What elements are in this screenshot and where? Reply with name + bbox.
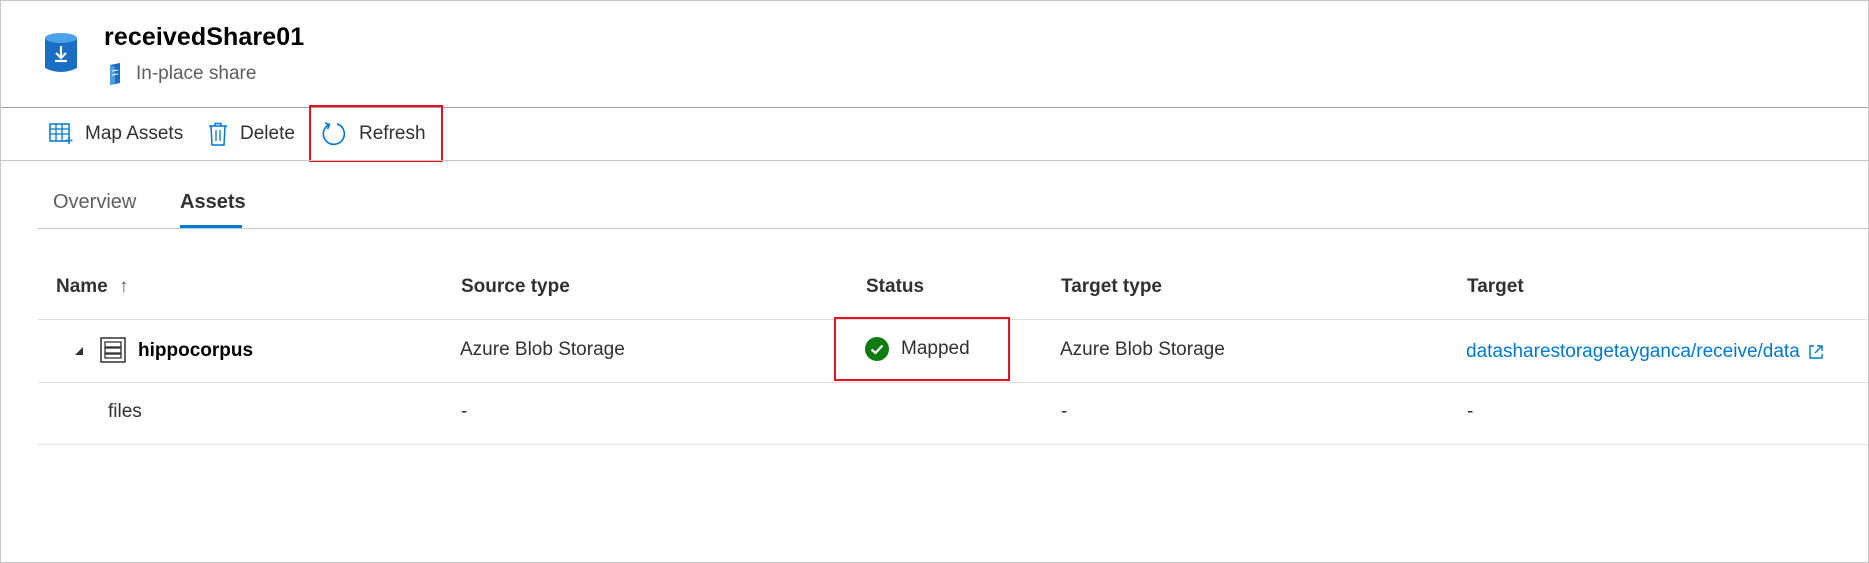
- container-icon: [100, 337, 126, 363]
- delete-label: Delete: [240, 123, 295, 144]
- target-link-text[interactable]: datasharestoragetayganca/receive/data: [1466, 341, 1800, 363]
- refresh-icon: [322, 122, 346, 146]
- page-subtitle: In-place share: [106, 63, 256, 85]
- sort-ascending-icon: ↑: [119, 276, 129, 297]
- command-bar: Map Assets Delete Refresh: [1, 108, 1868, 160]
- status-cell: Mapped: [865, 337, 970, 361]
- refresh-label: Refresh: [359, 123, 426, 144]
- delete-button[interactable]: Delete: [208, 108, 295, 160]
- header-row-divider: [38, 319, 1868, 320]
- tabs-divider: [38, 228, 1868, 229]
- toolbar-divider: [1, 160, 1868, 161]
- table-add-icon: [49, 123, 73, 144]
- target-type-cell: Azure Blob Storage: [1060, 339, 1225, 360]
- asset-name: files: [108, 401, 142, 422]
- target-link[interactable]: datasharestoragetayganca/receive/data: [1466, 341, 1824, 363]
- page-title: receivedShare01: [104, 23, 305, 51]
- status-label: Mapped: [901, 338, 970, 359]
- target-type-cell: -: [1061, 401, 1068, 422]
- tab-overview[interactable]: Overview: [53, 191, 136, 214]
- in-place-share-icon: [110, 63, 120, 85]
- row-divider: [38, 444, 1868, 445]
- trash-icon: [209, 122, 227, 146]
- column-name-label: Name: [56, 276, 108, 297]
- refresh-button[interactable]: Refresh: [321, 108, 426, 160]
- tab-assets[interactable]: Assets: [180, 191, 246, 214]
- column-header-status[interactable]: Status: [866, 276, 924, 298]
- map-assets-label: Map Assets: [85, 123, 184, 144]
- column-header-source-type[interactable]: Source type: [461, 276, 570, 298]
- subtitle-text: In-place share: [136, 63, 257, 84]
- column-header-target[interactable]: Target: [1467, 276, 1524, 298]
- asset-name: hippocorpus: [138, 340, 254, 361]
- external-link-icon[interactable]: [1808, 344, 1824, 360]
- expand-collapse-icon[interactable]: [74, 346, 84, 356]
- column-header-target-type[interactable]: Target type: [1061, 276, 1162, 298]
- column-header-name[interactable]: Name ↑: [56, 276, 129, 298]
- source-type-cell: Azure Blob Storage: [460, 339, 625, 360]
- share-storage-icon: [45, 33, 77, 72]
- source-type-cell: -: [461, 401, 468, 422]
- row-divider: [38, 382, 1868, 383]
- target-cell: -: [1467, 401, 1474, 422]
- page-header: receivedShare01 In-place share: [1, 1, 1868, 107]
- app-frame: receivedShare01 In-place share Map Asset…: [0, 0, 1869, 563]
- check-circle-icon: [865, 337, 889, 361]
- map-assets-button[interactable]: Map Assets: [49, 108, 183, 160]
